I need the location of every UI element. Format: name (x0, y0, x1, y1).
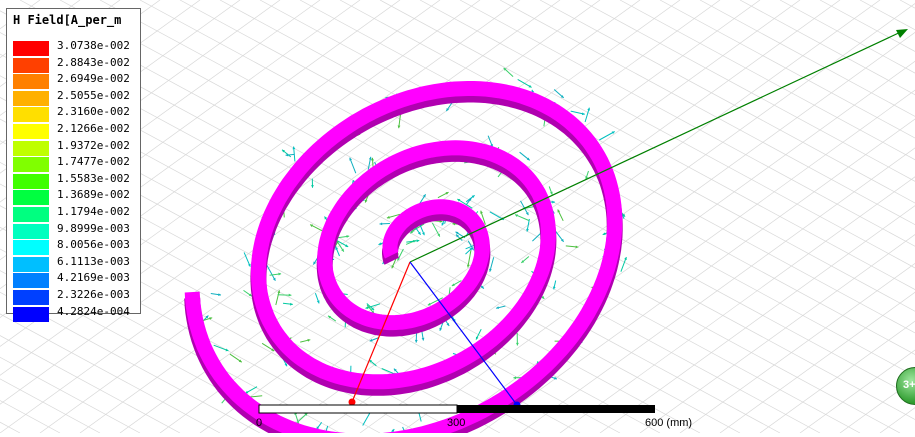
view-orientation-icon: 3+ (903, 379, 915, 391)
scale-label-start: 0 (256, 417, 262, 429)
scale-bar (0, 0, 915, 433)
scale-label-mid: 300 (447, 417, 465, 429)
scale-label-end: 600 (mm) (645, 417, 692, 429)
